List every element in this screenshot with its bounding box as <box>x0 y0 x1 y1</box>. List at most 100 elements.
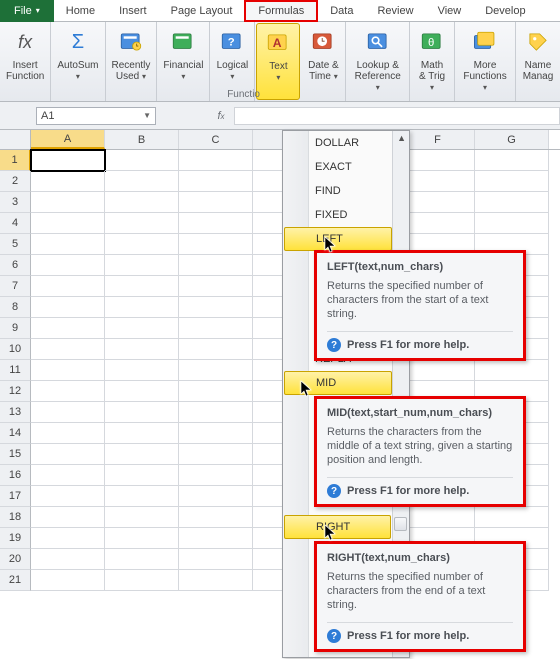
cell[interactable] <box>31 381 105 402</box>
column-header[interactable]: C <box>179 130 253 149</box>
cell[interactable] <box>105 465 179 486</box>
cell[interactable] <box>179 507 253 528</box>
autosum-button[interactable]: Σ AutoSum▾ <box>51 22 105 101</box>
cell[interactable] <box>31 465 105 486</box>
cell[interactable] <box>105 255 179 276</box>
cell[interactable] <box>105 486 179 507</box>
cell[interactable] <box>179 486 253 507</box>
name-manager-button[interactable]: NameManag <box>516 22 560 101</box>
cell[interactable] <box>179 234 253 255</box>
cell[interactable] <box>475 213 549 234</box>
cell[interactable] <box>31 297 105 318</box>
cell[interactable] <box>105 423 179 444</box>
cell[interactable] <box>31 507 105 528</box>
cell[interactable] <box>105 192 179 213</box>
column-header[interactable]: A <box>31 130 105 149</box>
cell[interactable] <box>31 528 105 549</box>
lookup-button[interactable]: Lookup &Reference ▾ <box>346 22 410 101</box>
cell[interactable] <box>105 549 179 570</box>
cell[interactable] <box>179 381 253 402</box>
math-button[interactable]: θ Math& Trig ▾ <box>410 22 455 101</box>
cell[interactable] <box>475 192 549 213</box>
tab-view[interactable]: View <box>426 0 474 22</box>
menu-item-mid[interactable]: MID <box>284 371 392 395</box>
cell[interactable] <box>105 402 179 423</box>
cell[interactable] <box>179 423 253 444</box>
row-header[interactable]: 21 <box>0 570 31 591</box>
cell[interactable] <box>105 318 179 339</box>
cell[interactable] <box>105 360 179 381</box>
cell[interactable] <box>105 444 179 465</box>
tab-data[interactable]: Data <box>318 0 365 22</box>
column-header[interactable]: B <box>105 130 179 149</box>
fx-icon[interactable]: fx <box>212 110 230 122</box>
cell[interactable] <box>179 150 253 171</box>
formula-bar-input[interactable] <box>234 107 560 125</box>
cell[interactable] <box>179 339 253 360</box>
cell[interactable] <box>475 507 549 528</box>
row-header[interactable]: 5 <box>0 234 31 255</box>
select-all-corner[interactable] <box>0 130 31 149</box>
cell[interactable] <box>31 339 105 360</box>
name-box[interactable]: A1 ▼ <box>36 107 156 125</box>
chevron-down-icon[interactable]: ▼ <box>143 111 151 120</box>
row-header[interactable]: 8 <box>0 297 31 318</box>
cell[interactable] <box>31 318 105 339</box>
cell[interactable] <box>105 297 179 318</box>
row-header[interactable]: 6 <box>0 255 31 276</box>
cell[interactable] <box>401 360 475 381</box>
cell[interactable] <box>179 465 253 486</box>
cell[interactable] <box>31 234 105 255</box>
menu-item-fixed[interactable]: FIXED <box>283 203 409 227</box>
cell[interactable] <box>179 360 253 381</box>
cell[interactable] <box>401 171 475 192</box>
cell[interactable] <box>31 402 105 423</box>
cell[interactable] <box>105 234 179 255</box>
column-header[interactable]: G <box>475 130 549 149</box>
cell[interactable] <box>179 570 253 591</box>
row-header[interactable]: 15 <box>0 444 31 465</box>
cell[interactable] <box>179 402 253 423</box>
cell[interactable] <box>179 297 253 318</box>
cell[interactable] <box>31 171 105 192</box>
cell[interactable] <box>179 255 253 276</box>
cell[interactable] <box>475 171 549 192</box>
cell[interactable] <box>105 213 179 234</box>
recently-used-button[interactable]: RecentlyUsed ▾ <box>106 22 158 101</box>
cell[interactable] <box>401 213 475 234</box>
cell[interactable] <box>105 339 179 360</box>
column-header[interactable]: F <box>401 130 475 149</box>
cell[interactable] <box>179 549 253 570</box>
cell[interactable] <box>31 213 105 234</box>
cell[interactable] <box>105 171 179 192</box>
menu-item-exact[interactable]: EXACT <box>283 155 409 179</box>
cell[interactable] <box>105 276 179 297</box>
tab-develop[interactable]: Develop <box>473 0 537 22</box>
text-button[interactable]: A Text▾ <box>256 23 300 100</box>
row-header[interactable]: 3 <box>0 192 31 213</box>
file-tab[interactable]: File ▾ <box>0 0 54 22</box>
row-header[interactable]: 10 <box>0 339 31 360</box>
cell[interactable] <box>475 150 549 171</box>
financial-button[interactable]: Financial▾ <box>157 22 210 101</box>
cell[interactable] <box>31 570 105 591</box>
cell[interactable] <box>105 507 179 528</box>
cell[interactable] <box>401 150 475 171</box>
cell[interactable] <box>179 276 253 297</box>
cell[interactable] <box>401 507 475 528</box>
tab-review[interactable]: Review <box>365 0 425 22</box>
scrollbar-thumb[interactable] <box>394 517 407 531</box>
row-header[interactable]: 4 <box>0 213 31 234</box>
row-header[interactable]: 2 <box>0 171 31 192</box>
cell[interactable] <box>401 192 475 213</box>
cell[interactable] <box>179 444 253 465</box>
row-header[interactable]: 1 <box>0 150 31 171</box>
tab-insert[interactable]: Insert <box>107 0 159 22</box>
cell[interactable] <box>179 528 253 549</box>
tab-home[interactable]: Home <box>54 0 107 22</box>
cell[interactable] <box>475 360 549 381</box>
cell[interactable] <box>105 381 179 402</box>
row-header[interactable]: 17 <box>0 486 31 507</box>
cell[interactable] <box>179 171 253 192</box>
row-header[interactable]: 11 <box>0 360 31 381</box>
